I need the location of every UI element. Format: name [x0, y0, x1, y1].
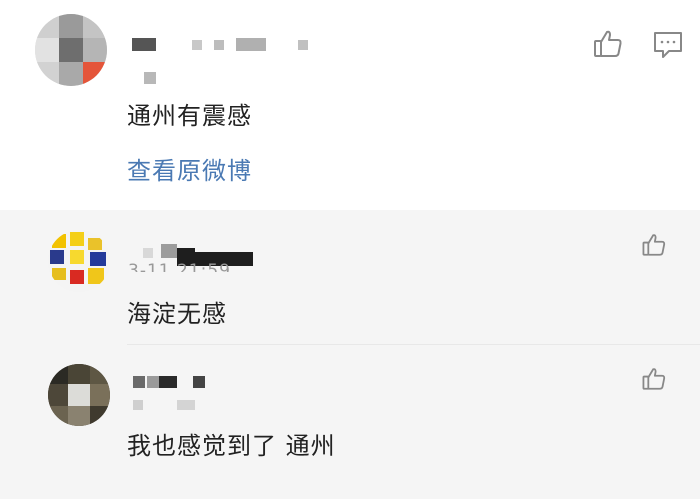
avatar[interactable]	[48, 230, 110, 292]
reply-list: 3-11 21:59 海淀无感 我也感觉到了 通州	[0, 210, 700, 499]
comment-icon[interactable]	[652, 30, 684, 60]
comment-text: 我也感觉到了 通州	[127, 432, 336, 460]
avatar[interactable]	[35, 14, 107, 86]
main-comment: 通州有震感 查看原微博	[0, 0, 700, 210]
comment-text: 通州有震感	[127, 102, 252, 130]
thumbs-up-icon[interactable]	[641, 366, 667, 392]
timestamp: 3-11 21:59	[128, 262, 231, 272]
username-obscured[interactable]	[132, 38, 322, 88]
username-obscured[interactable]	[133, 376, 213, 412]
avatar[interactable]	[48, 364, 110, 426]
view-original-link[interactable]: 查看原微博	[127, 156, 252, 186]
divider	[127, 344, 700, 345]
comment-text: 海淀无感	[127, 300, 227, 328]
thumbs-up-icon[interactable]	[641, 232, 667, 258]
thumbs-up-icon[interactable]	[592, 28, 624, 60]
